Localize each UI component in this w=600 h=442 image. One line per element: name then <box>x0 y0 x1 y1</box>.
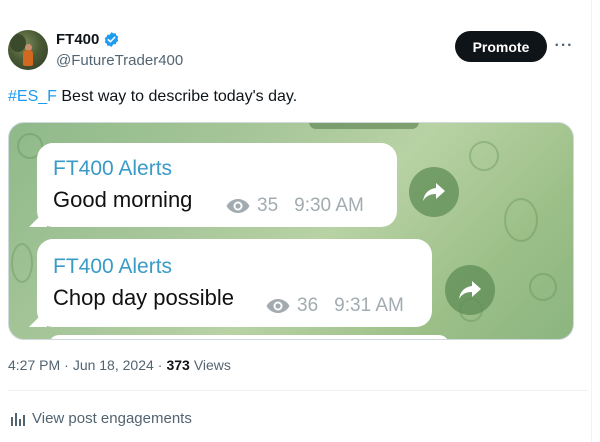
author-handle[interactable]: @FutureTrader400 <box>56 52 183 69</box>
forward-icon[interactable] <box>409 167 459 217</box>
background-doodle <box>504 198 538 242</box>
avatar-figure-shape <box>23 50 33 66</box>
previous-message-stub <box>309 123 419 129</box>
views-label: Views <box>193 357 231 373</box>
message-bubble: FT400 Alerts Good morning 35 9:30 AM <box>29 143 397 227</box>
tweet-body-text: Best way to describe today's day. <box>56 88 298 105</box>
message-time: 9:30 AM <box>294 195 364 216</box>
message-views: 35 <box>257 195 279 216</box>
message-meta: 35 9:30 AM <box>225 195 364 217</box>
media-image[interactable]: FT400 Alerts Good morning 35 9:30 AM FT4… <box>8 122 574 340</box>
more-icon[interactable]: ··· <box>553 36 575 56</box>
background-doodle <box>469 141 499 171</box>
eye-icon <box>266 299 290 313</box>
message-text: Chop day possible <box>53 285 235 310</box>
author-name-row: FT400 <box>56 31 120 48</box>
tweet-card: FT400 @FutureTrader400 Promote ··· #ES_F… <box>0 0 600 442</box>
eye-icon <box>226 199 250 213</box>
view-engagements-link[interactable]: View post engagements <box>10 410 192 427</box>
separator: · <box>157 357 163 373</box>
post-timestamp: 4:27 PM · Jun 18, 2024 · 373 Views <box>8 357 231 373</box>
message-sender: FT400 Alerts <box>53 255 173 278</box>
promote-button[interactable]: Promote <box>455 31 547 62</box>
message-meta: 36 9:31 AM <box>265 295 404 317</box>
divider <box>8 390 588 391</box>
verified-badge-icon[interactable] <box>103 31 120 48</box>
post-time[interactable]: 4:27 PM <box>8 357 60 373</box>
message-text: Good morning <box>53 187 193 212</box>
next-message-stub <box>49 335 449 339</box>
message-sender: FT400 Alerts <box>53 157 173 180</box>
message-bubble: FT400 Alerts Chop day possible 36 9:31 A… <box>29 239 432 327</box>
separator: · <box>64 357 69 373</box>
message-views: 36 <box>297 295 319 316</box>
engagements-label[interactable]: View post engagements <box>32 410 192 427</box>
background-doodle <box>11 243 33 283</box>
forward-icon[interactable] <box>445 265 495 315</box>
background-doodle <box>529 273 557 301</box>
views-count: 373 <box>166 357 190 373</box>
tweet-text: #ES_F Best way to describe today's day. <box>8 88 297 106</box>
column-border <box>591 0 592 442</box>
avatar[interactable] <box>8 30 48 70</box>
message-time: 9:31 AM <box>334 295 404 316</box>
author-display-name[interactable]: FT400 <box>56 31 99 48</box>
hashtag-link[interactable]: #ES_F <box>8 88 57 105</box>
post-date[interactable]: Jun 18, 2024 <box>73 357 154 373</box>
avatar-tree-shape <box>10 34 26 52</box>
bubble-tail <box>29 309 47 327</box>
bubble-tail <box>29 209 47 227</box>
bar-chart-icon <box>11 412 25 426</box>
